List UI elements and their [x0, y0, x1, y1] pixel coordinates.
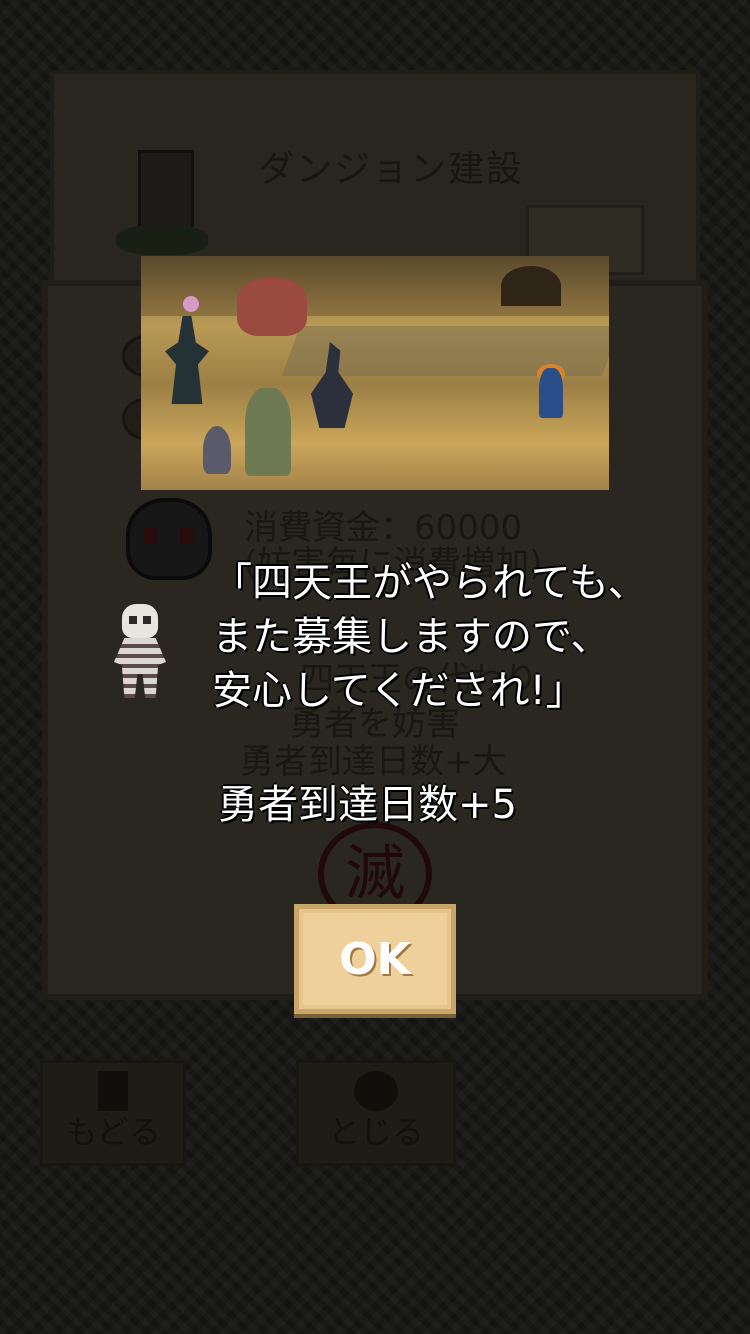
skeleton-speaker-sprite [110, 604, 170, 698]
dialogue-line: 「四天王がやられても、 [212, 560, 648, 606]
goblin-sprite [245, 388, 291, 476]
effect-result-text: 勇者到達日数+5 [218, 782, 517, 828]
ogre-sprite [237, 278, 307, 336]
dialogue-line: また募集しますので、 [212, 614, 611, 660]
hero-sprite [539, 368, 563, 418]
dialogue-line: 安心してくだされ!」 [212, 668, 586, 714]
game-screen: ダンジョン建設 消費資金：60000 (妨害毎に消費増加) 四天王の代わり 勇者… [0, 0, 750, 1334]
ok-button[interactable]: OK [294, 904, 456, 1014]
tree-monster-sprite [165, 316, 209, 404]
cave-entrance [501, 266, 561, 306]
ghost-sprite [203, 426, 231, 474]
magic-orb-sprite [183, 296, 199, 312]
dialogue-text: 「四天王がやられても、 また募集しますので、 安心してくだされ!」 [212, 556, 682, 718]
battle-scene-image [141, 256, 609, 490]
